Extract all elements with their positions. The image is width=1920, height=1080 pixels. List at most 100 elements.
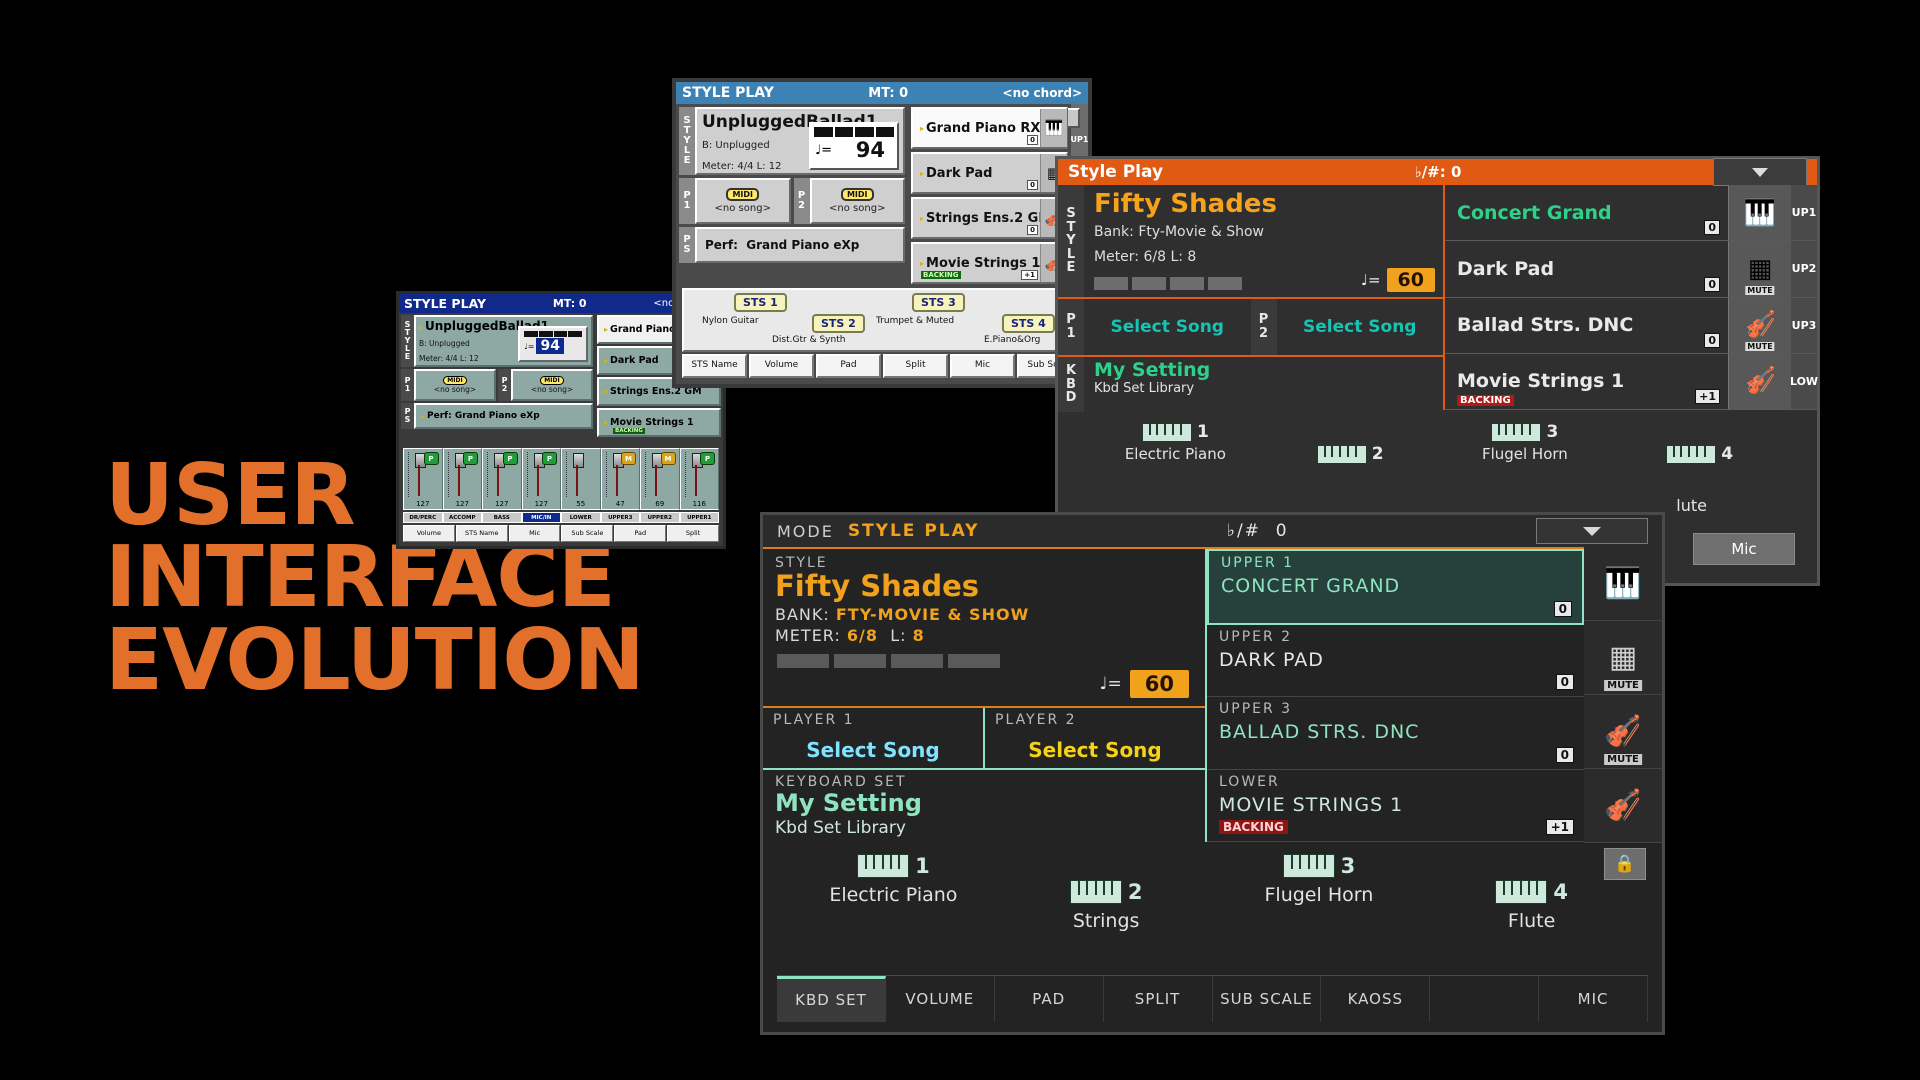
- tab-mic[interactable]: Mic: [950, 354, 1015, 378]
- play-badge[interactable]: P: [502, 452, 518, 465]
- slot-tab-up2[interactable]: UP2: [1791, 241, 1817, 297]
- track-row-upper3[interactable]: Ballad Strs. DNC 0 🎻 MUTE UP3: [1445, 297, 1817, 354]
- style-row[interactable]: STYLE Fifty Shades Bank: Fty-Movie & Sho…: [1058, 185, 1443, 297]
- track-row-1[interactable]: ▸ Grand Piano RX 0 🎹: [911, 107, 1068, 149]
- kbd-set-1[interactable]: 1 Electric Piano: [787, 854, 1000, 984]
- sts-panel[interactable]: STS 1 STS 2 STS 3 STS 4 Nylon Guitar Dis…: [682, 288, 1082, 352]
- mixer-strip[interactable]: P 127: [521, 448, 561, 510]
- player-1-slot[interactable]: P1 MIDI <no song>: [401, 369, 496, 401]
- tab-sub-scale[interactable]: SUB SCALE: [1213, 976, 1322, 1022]
- page-menu-button[interactable]: [1713, 158, 1807, 186]
- tab-pad[interactable]: PAD: [995, 976, 1104, 1022]
- track-row-upper3[interactable]: UPPER 3 BALLAD STRS. DNC 0: [1207, 697, 1584, 770]
- tab-split[interactable]: Split: [667, 525, 719, 542]
- style-row[interactable]: STYLE UnpluggedBallad1 B: Unplugged Mete…: [679, 107, 905, 175]
- mixer-strip[interactable]: 55: [561, 448, 601, 510]
- page-menu-button[interactable]: [1536, 518, 1648, 544]
- tab-kaoss[interactable]: KAOSS: [1321, 976, 1431, 1022]
- sts-3-button[interactable]: STS 3: [912, 293, 965, 312]
- play-badge[interactable]: P: [423, 452, 439, 465]
- player-2-slot[interactable]: P2 MIDI <no song>: [793, 178, 905, 224]
- tab-mic[interactable]: MIC: [1539, 976, 1648, 1022]
- tempo-display[interactable]: ♩= 60: [1361, 268, 1435, 292]
- violin-icon[interactable]: 🎻 MUTE: [1584, 695, 1662, 769]
- player-1-select-song[interactable]: Select Song: [763, 738, 983, 762]
- player-2-panel[interactable]: PLAYER 2 Select Song: [983, 708, 1205, 769]
- kbd-set-1[interactable]: 1 Electric Piano: [1088, 422, 1263, 464]
- kbd-set-3[interactable]: 3 Flugel Horn: [1213, 854, 1426, 984]
- keyboard-set-list[interactable]: 1 Electric Piano 2 3 Flugel Horn 4: [1058, 410, 1817, 476]
- play-badge[interactable]: P: [700, 452, 715, 465]
- track-row-2[interactable]: ▸ Dark Pad 0 ▦: [911, 152, 1068, 194]
- mixer-strip[interactable]: P 116: [679, 448, 719, 510]
- track-row-upper2[interactable]: UPPER 2 DARK PAD 0: [1207, 625, 1584, 697]
- track-row-3[interactable]: ▸ Strings Ens.2 GM 0 🎻: [911, 197, 1068, 239]
- tab-sts-name[interactable]: STS Name: [682, 354, 747, 378]
- tab-pad[interactable]: Pad: [816, 354, 881, 378]
- slot-tab-low[interactable]: LOW: [1790, 353, 1818, 409]
- tab-mic[interactable]: Mic: [508, 525, 561, 542]
- tab-split[interactable]: Split: [883, 354, 948, 378]
- kbd-set-2[interactable]: 2: [1263, 422, 1438, 464]
- play-badge[interactable]: P: [542, 452, 557, 465]
- player-1-panel[interactable]: PLAYER 1 Select Song: [763, 708, 983, 768]
- track-row-upper1[interactable]: UPPER 1 CONCERT GRAND 0: [1207, 549, 1584, 625]
- performance-row[interactable]: PS Perf: Grand Piano eXp: [679, 227, 905, 263]
- player-2-slot[interactable]: P2 MIDI <no song>: [498, 369, 593, 401]
- tempo-display[interactable]: ♩= 94: [809, 122, 899, 170]
- performance-row[interactable]: PS ▸ Perf: Grand Piano eXp: [401, 403, 593, 429]
- tab-bar[interactable]: Volume STS Name Mic Sub Scale Pad Split: [403, 525, 719, 542]
- tab-split[interactable]: SPLIT: [1104, 976, 1213, 1022]
- sts-2-button[interactable]: STS 2: [812, 314, 865, 333]
- track-row-4[interactable]: ▸ Movie Strings 1 BACKING: [597, 408, 721, 437]
- mixer-strip[interactable]: M 47: [600, 448, 640, 510]
- tab-sub-scale[interactable]: Sub Scale: [561, 525, 614, 542]
- mute-badge[interactable]: M: [621, 452, 636, 465]
- tab-bar[interactable]: KBD SET VOLUME PAD SPLIT SUB SCALE KAOSS…: [777, 975, 1648, 1022]
- slot-tab-up1[interactable]: UP1: [1791, 185, 1817, 241]
- tab-volume[interactable]: VOLUME: [886, 976, 995, 1022]
- sts-1-button[interactable]: STS 1: [734, 293, 787, 312]
- mixer-strips[interactable]: P 127 P 127 P 127 P 127 55 M 47 M 69 P 116: [403, 448, 719, 510]
- kbd-set-4[interactable]: 4: [1612, 422, 1787, 464]
- mute-badge[interactable]: MUTE: [1745, 285, 1775, 295]
- lock-icon[interactable]: 🔒: [1604, 848, 1646, 880]
- tab-volume[interactable]: Volume: [749, 354, 814, 378]
- track-row-lower[interactable]: Movie Strings 1 BACKING +1 🎻 LOW: [1445, 353, 1818, 410]
- tempo-display[interactable]: ♩= 94: [518, 326, 588, 362]
- kbd-set-3[interactable]: 3 Flugel Horn: [1438, 422, 1613, 464]
- tab-sts-name[interactable]: STS Name: [455, 525, 508, 542]
- slot-tab-up3[interactable]: UP3: [1791, 297, 1817, 353]
- mute-badge[interactable]: M: [660, 452, 676, 465]
- player-1-slot[interactable]: P1 MIDI <no song>: [679, 178, 791, 224]
- style-row[interactable]: STYLE ▸ UnpluggedBallad1 B: Unplugged Met…: [401, 315, 593, 367]
- mute-badge[interactable]: MUTE: [1745, 341, 1775, 351]
- kbd-set-2[interactable]: 2 Strings: [1000, 854, 1213, 984]
- tab-pad[interactable]: Pad: [614, 525, 667, 542]
- player-2-select-song[interactable]: Select Song: [1277, 299, 1444, 355]
- play-badge[interactable]: P: [463, 452, 478, 465]
- pad-icon[interactable]: ▦ MUTE: [1584, 621, 1662, 695]
- tab-volume[interactable]: Volume: [403, 525, 455, 542]
- mixer-strip[interactable]: M 69: [640, 448, 680, 510]
- tab-bar[interactable]: STS Name Volume Pad Split Mic Sub Scale: [682, 354, 1082, 378]
- mute-badge[interactable]: MUTE: [1604, 754, 1642, 765]
- style-panel[interactable]: STYLE Fifty Shades BANK: FTY-MOVIE & SHO…: [763, 549, 1205, 709]
- track-row-lower[interactable]: LOWER MOVIE STRINGS 1 BACKING +1: [1207, 770, 1584, 842]
- mic-button[interactable]: Mic: [1693, 533, 1795, 565]
- mixer-strip[interactable]: P 127: [403, 448, 443, 510]
- keyboard-set[interactable]: My Setting Kbd Set Library: [1084, 357, 1443, 412]
- sts-4-button[interactable]: STS 4: [1002, 314, 1055, 333]
- player-1-select-song[interactable]: Select Song: [1084, 299, 1251, 355]
- piano-icon[interactable]: 🎹: [1584, 547, 1662, 621]
- keyboard-set-list[interactable]: 1 Electric Piano 2 Strings 3 Flugel Horn…: [763, 842, 1662, 984]
- mixer-strip[interactable]: P 127: [442, 448, 482, 510]
- tab-kbd-set[interactable]: KBD SET: [777, 976, 886, 1022]
- track-row-upper1[interactable]: Concert Grand 0 🎹 UP1: [1445, 185, 1817, 242]
- player-2-select-song[interactable]: Select Song: [985, 738, 1205, 762]
- mixer-strip[interactable]: P 127: [482, 448, 522, 510]
- track-row-4[interactable]: ▸ Movie Strings 1 BACKING +1 🎻: [911, 242, 1068, 284]
- tempo-display[interactable]: ♩= 60: [1100, 670, 1189, 699]
- violin-icon[interactable]: 🎻: [1584, 769, 1662, 843]
- track-row-upper2[interactable]: Dark Pad 0 ▦ MUTE UP2: [1445, 241, 1817, 298]
